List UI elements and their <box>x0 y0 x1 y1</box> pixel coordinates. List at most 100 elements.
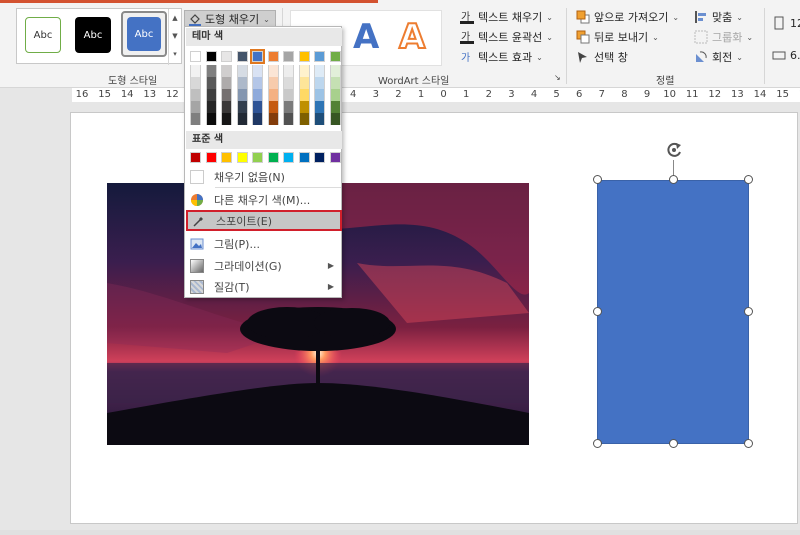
theme-color-swatch[interactable] <box>221 77 232 89</box>
theme-color-swatch[interactable] <box>190 51 201 62</box>
wordart-style-blue[interactable]: A <box>353 17 379 57</box>
theme-color-swatch[interactable] <box>205 89 217 101</box>
theme-color-swatch[interactable] <box>236 89 248 101</box>
theme-color-swatch[interactable] <box>252 89 263 101</box>
align-button[interactable]: 맞춤 ⌄ <box>694 8 743 26</box>
standard-color-swatch[interactable] <box>298 152 310 163</box>
theme-color-swatch[interactable] <box>314 113 325 125</box>
theme-color-swatch[interactable] <box>298 65 310 77</box>
theme-color-swatch[interactable] <box>283 77 294 89</box>
theme-color-swatch[interactable] <box>329 113 341 125</box>
theme-color-swatch[interactable] <box>252 77 263 89</box>
rotate-button[interactable]: 회전 ⌄ <box>694 48 743 66</box>
selection-pane-button[interactable]: 선택 창 <box>576 48 628 66</box>
theme-color-swatch[interactable] <box>283 51 294 62</box>
standard-color-swatch[interactable] <box>252 152 263 163</box>
theme-color-swatch[interactable] <box>236 65 248 77</box>
shape-height-field[interactable]: 12 <box>772 14 800 32</box>
theme-color-swatch[interactable] <box>205 101 217 113</box>
gradient-fill-item[interactable]: 그라데이션(G) ▶ <box>186 255 342 276</box>
standard-color-swatch[interactable] <box>314 152 325 163</box>
theme-color-swatch[interactable] <box>329 89 341 101</box>
theme-color-swatch[interactable] <box>329 101 341 113</box>
theme-color-swatch[interactable] <box>250 49 265 64</box>
eyedropper-item[interactable]: 스포이트(E) <box>186 210 342 231</box>
theme-color-swatch[interactable] <box>298 51 310 62</box>
theme-color-swatch[interactable] <box>267 101 279 113</box>
theme-color-swatch[interactable] <box>190 89 201 101</box>
theme-color-swatch[interactable] <box>283 65 294 77</box>
standard-color-swatch[interactable] <box>190 152 201 163</box>
theme-color-swatch[interactable] <box>221 89 232 101</box>
resize-handle-se[interactable] <box>744 439 753 448</box>
theme-color-swatch[interactable] <box>329 51 341 62</box>
shape-width-field[interactable]: 6. <box>772 46 800 64</box>
rotate-handle-icon[interactable] <box>664 140 684 160</box>
theme-color-swatch[interactable] <box>314 65 325 77</box>
standard-color-swatch[interactable] <box>221 152 232 163</box>
theme-color-swatch[interactable] <box>236 51 248 62</box>
theme-color-swatch[interactable] <box>298 113 310 125</box>
theme-color-swatch[interactable] <box>267 65 279 77</box>
theme-color-swatch[interactable] <box>267 113 279 125</box>
theme-color-swatch[interactable] <box>267 51 279 62</box>
text-effects-button[interactable]: 가 텍스트 효과 ⌄ <box>460 48 543 66</box>
theme-color-swatch[interactable] <box>236 77 248 89</box>
theme-color-swatch[interactable] <box>236 113 248 125</box>
resize-handle-n[interactable] <box>669 175 678 184</box>
theme-color-swatch[interactable] <box>298 77 310 89</box>
shape-style-tile-1[interactable]: Abc <box>25 17 61 53</box>
send-backward-button[interactable]: 뒤로 보내기 ⌄ <box>576 28 659 46</box>
theme-color-swatch[interactable] <box>298 89 310 101</box>
theme-color-swatch[interactable] <box>221 101 232 113</box>
theme-color-swatch[interactable] <box>252 113 263 125</box>
theme-color-swatch[interactable] <box>221 51 232 62</box>
theme-color-swatch[interactable] <box>267 89 279 101</box>
theme-color-swatch[interactable] <box>205 113 217 125</box>
theme-color-swatch[interactable] <box>283 113 294 125</box>
theme-color-swatch[interactable] <box>329 77 341 89</box>
theme-color-swatch[interactable] <box>252 65 263 77</box>
resize-handle-sw[interactable] <box>593 439 602 448</box>
theme-color-swatch[interactable] <box>283 89 294 101</box>
resize-handle-w[interactable] <box>593 307 602 316</box>
bring-forward-button[interactable]: 앞으로 가져오기 ⌄ <box>576 8 679 26</box>
theme-color-swatch[interactable] <box>298 101 310 113</box>
standard-color-swatch[interactable] <box>205 152 217 163</box>
resize-handle-ne[interactable] <box>744 175 753 184</box>
theme-color-swatch[interactable] <box>190 113 201 125</box>
resize-handle-s[interactable] <box>669 439 678 448</box>
theme-color-swatch[interactable] <box>221 65 232 77</box>
picture-fill-item[interactable]: 그림(P)... <box>186 233 342 254</box>
texture-fill-item[interactable]: 질감(T) ▶ <box>186 276 342 297</box>
theme-color-swatch[interactable] <box>190 101 201 113</box>
theme-color-swatch[interactable] <box>205 51 217 62</box>
group-button[interactable]: 그룹화 ⌄ <box>694 28 753 46</box>
theme-color-swatch[interactable] <box>267 77 279 89</box>
theme-color-swatch[interactable] <box>190 77 201 89</box>
text-outline-button[interactable]: 가 텍스트 윤곽선 ⌄ <box>460 28 553 46</box>
theme-color-swatch[interactable] <box>314 101 325 113</box>
theme-color-swatch[interactable] <box>205 65 217 77</box>
wordart-style-orange[interactable]: A <box>398 16 426 58</box>
theme-color-swatch[interactable] <box>283 101 294 113</box>
theme-color-swatch[interactable] <box>252 101 263 113</box>
standard-color-swatch[interactable] <box>236 152 248 163</box>
shape-style-tile-3[interactable]: Abc <box>121 11 167 57</box>
theme-color-swatch[interactable] <box>314 77 325 89</box>
blue-rectangle-shape[interactable] <box>597 180 749 444</box>
no-fill-item[interactable]: 채우기 없음(N) <box>186 166 342 187</box>
theme-color-swatch[interactable] <box>314 51 325 62</box>
theme-color-swatch[interactable] <box>190 65 201 77</box>
theme-color-swatch[interactable] <box>205 77 217 89</box>
theme-color-swatch[interactable] <box>329 65 341 77</box>
resize-handle-nw[interactable] <box>593 175 602 184</box>
standard-color-swatch[interactable] <box>283 152 294 163</box>
text-fill-button[interactable]: 가 텍스트 채우기 ⌄ <box>460 8 553 26</box>
theme-color-swatch[interactable] <box>236 101 248 113</box>
standard-color-swatch[interactable] <box>267 152 279 163</box>
more-fill-colors-item[interactable]: 다른 채우기 색(M)... <box>186 189 342 210</box>
theme-color-swatch[interactable] <box>314 89 325 101</box>
theme-color-swatch[interactable] <box>221 113 232 125</box>
standard-color-swatch[interactable] <box>329 152 341 163</box>
